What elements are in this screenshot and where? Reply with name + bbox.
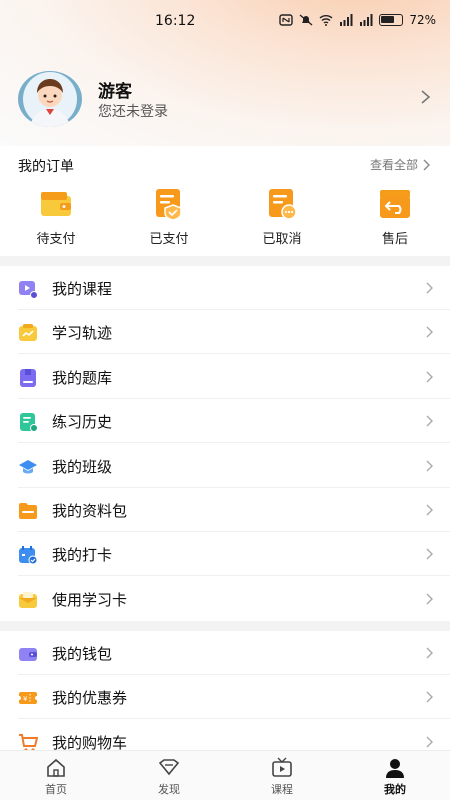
cart-icon [19,733,38,750]
order-paid[interactable]: 已支付 [129,188,209,247]
view-all-orders-link[interactable]: 查看全部 [370,156,430,173]
menu-group-learning: 我的课程 学习轨迹 我的题库 练习历史 我的班级 我的资料包 我的打卡 使用学习… [0,266,450,621]
menu-item-my-wallet[interactable]: 我的钱包 [0,631,450,675]
menu-item-learning-track[interactable]: 学习轨迹 [0,310,450,355]
battery-icon [379,14,404,26]
mute-icon [299,14,313,26]
chevron-right-icon [421,90,431,104]
menu-item-my-cart[interactable]: 我的购物车 [0,720,450,750]
tab-discover[interactable]: 发现 [139,757,199,797]
menu-group-shopping: 我的钱包 ¥ 我的优惠券 我的购物车 [0,631,450,750]
status-icons: 72% [279,13,436,27]
status-bar: 16:12 72% [0,0,450,44]
order-label: 已取消 [262,232,302,247]
video-course-icon [19,281,38,299]
login-hint: 您还未登录 [98,104,168,120]
person-icon [386,759,404,778]
wallet-purple-icon [19,648,37,661]
tab-home[interactable]: 首页 [26,757,86,797]
menu-label: 学习轨迹 [52,324,113,343]
signal-icon [340,14,353,26]
order-label: 售后 [381,232,408,247]
menu-item-my-courses[interactable]: 我的课程 [0,266,450,310]
trend-icon [19,324,37,342]
chevron-right-icon [426,736,433,748]
svg-text:¥: ¥ [23,695,28,703]
cancelled-receipt-icon [269,189,297,220]
menu-label: 我的题库 [52,368,113,387]
tab-courses[interactable]: 课程 [252,757,312,797]
chevron-right-icon [426,647,433,659]
menu-item-question-bank[interactable]: 我的题库 [0,355,450,399]
return-box-icon [380,190,410,218]
envelope-card-icon [19,591,37,608]
order-pending-payment[interactable]: 待支付 [16,188,96,247]
bottom-tab-bar: 首页 发现 课程 我的 [0,750,450,800]
avatar-boy-icon [23,72,77,127]
practice-history-icon [20,413,38,433]
chevron-right-icon [426,326,433,338]
order-cancelled[interactable]: 已取消 [242,188,322,247]
order-label: 待支付 [36,232,76,247]
wifi-icon [319,15,333,26]
view-all-label: 查看全部 [369,158,418,172]
nickname: 游客 [98,82,132,102]
chevron-right-icon [426,371,433,383]
nfc-icon [279,14,294,26]
avatar[interactable] [18,71,82,127]
chevron-right-icon [426,548,433,560]
tab-label: 首页 [45,783,67,796]
order-after-sales[interactable]: 售后 [355,188,435,247]
coupon-icon: ¥ [19,692,37,705]
menu-label: 我的购物车 [52,733,128,750]
menu-label: 我的资料包 [52,502,128,520]
question-bank-icon [20,368,36,387]
menu-label: 我的优惠券 [52,689,128,708]
menu-item-my-materials[interactable]: 我的资料包 [0,488,450,532]
menu-label: 我的钱包 [52,645,113,663]
tab-mine[interactable]: 我的 [365,757,425,797]
chevron-right-icon [426,415,433,427]
chevron-right-icon [426,282,433,294]
calendar-check-icon [19,546,38,565]
menu-label: 我的班级 [52,457,113,476]
order-label: 已支付 [149,232,189,247]
menu-label: 练习历史 [52,413,113,432]
profile-row[interactable]: 游客 您还未登录 [18,71,438,127]
home-icon [47,758,65,777]
folder-icon [19,503,37,519]
menu-item-my-checkin[interactable]: 我的打卡 [0,532,450,577]
tab-label: 发现 [158,783,180,796]
chevron-right-icon [426,460,433,472]
menu-label: 我的课程 [52,280,113,298]
menu-label: 我的打卡 [52,546,113,565]
menu-item-practice-history[interactable]: 练习历史 [0,399,450,444]
tab-label: 我的 [384,783,406,796]
paid-receipt-icon [156,189,182,220]
chevron-right-icon [426,593,433,605]
graduation-cap-icon [19,459,37,474]
menu-item-use-study-card[interactable]: 使用学习卡 [0,577,450,621]
menu-label: 使用学习卡 [52,590,128,609]
orders-section: 我的订单 查看全部 待支付 已支付 已取消 售后 [0,146,450,256]
battery-level: 72% [409,13,436,27]
status-time: 16:12 [155,13,196,29]
orders-title: 我的订单 [18,159,74,175]
menu-item-my-coupons[interactable]: ¥ 我的优惠券 [0,675,450,720]
wallet-icon [41,192,71,216]
chevron-right-icon [426,504,433,516]
discover-icon [158,759,180,776]
course-tv-icon [272,757,292,777]
menu-item-my-class[interactable]: 我的班级 [0,444,450,488]
chevron-right-icon [423,159,430,170]
tab-label: 课程 [271,783,293,796]
signal-icon-2 [360,14,373,26]
chevron-right-icon [426,691,433,703]
